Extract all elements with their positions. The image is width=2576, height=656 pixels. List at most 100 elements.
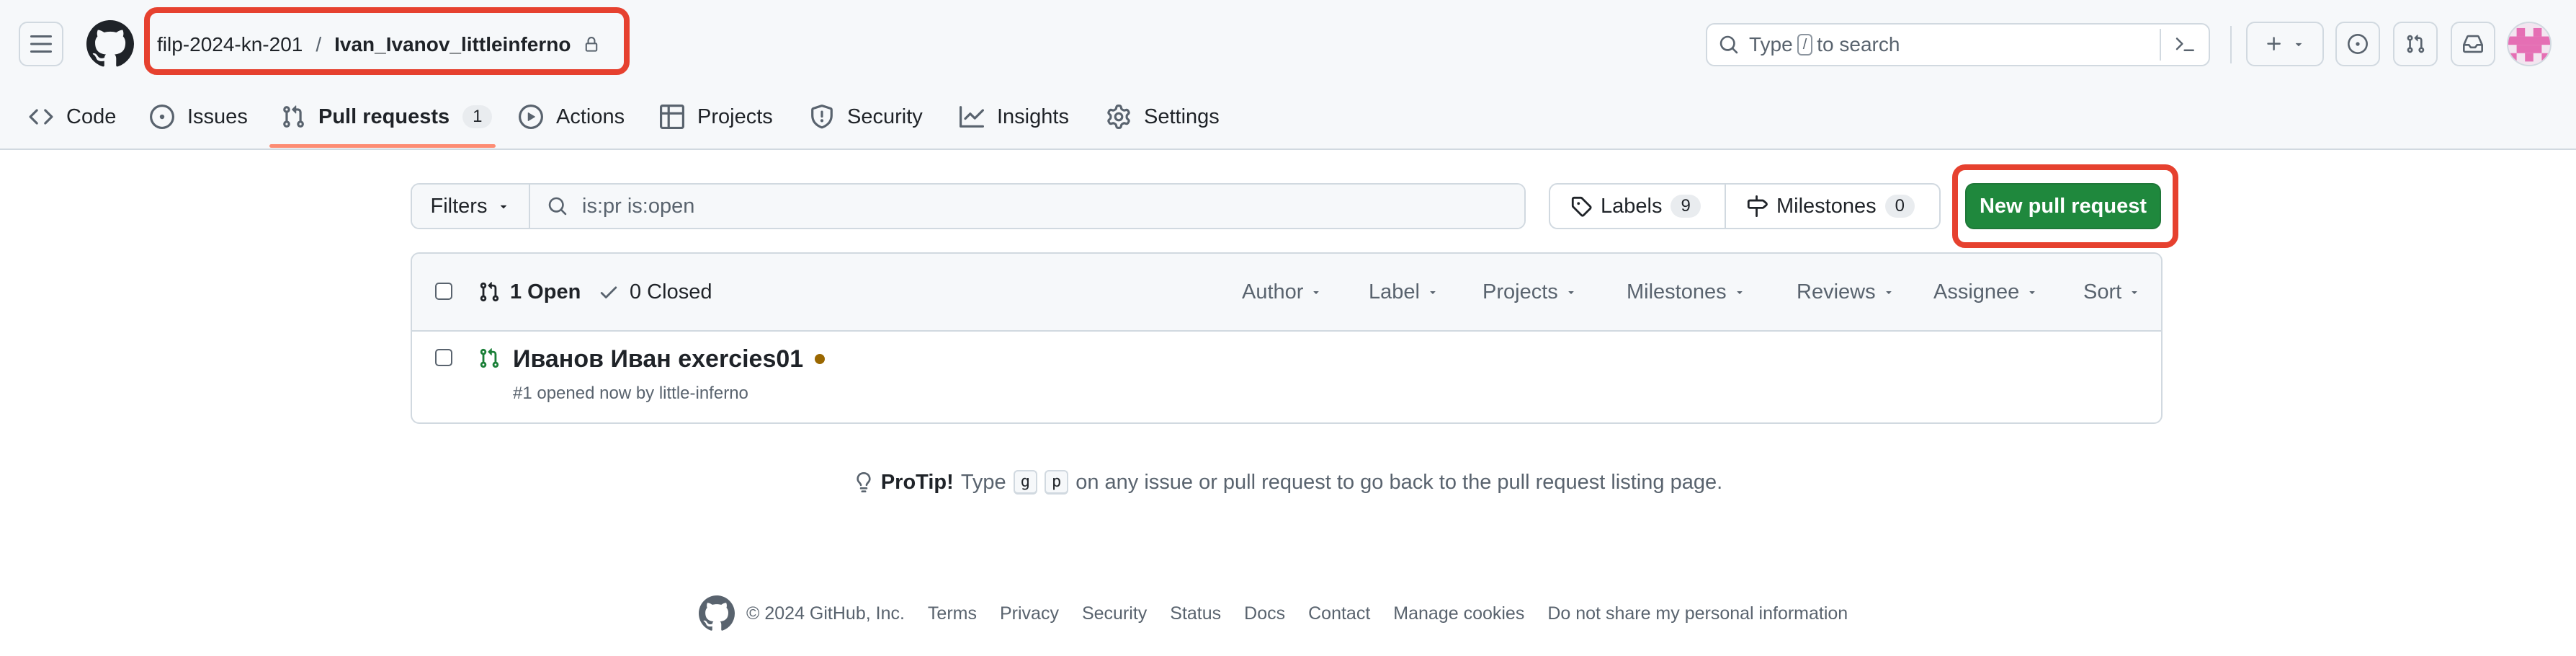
- footer-link-privacy[interactable]: Privacy: [1000, 603, 1059, 624]
- chevron-down-icon: [497, 200, 510, 213]
- avatar[interactable]: [2507, 22, 2552, 66]
- chevron-down-icon: [1310, 286, 1322, 298]
- milestone-icon: [1746, 195, 1768, 217]
- protip-lead: ProTip!: [880, 470, 954, 494]
- header-divider: [2230, 26, 2232, 63]
- tab-issues[interactable]: Issues: [150, 85, 248, 149]
- check-icon: [598, 281, 620, 303]
- shortcut-key-p: p: [1044, 470, 1069, 495]
- label-filter-label: Label: [1369, 280, 1420, 303]
- milestones-button[interactable]: Milestones 0: [1725, 185, 1939, 228]
- tab-insights[interactable]: Insights: [960, 85, 1069, 149]
- pr-title-link[interactable]: Иванов Иван exercies01: [513, 345, 803, 373]
- open-filter[interactable]: 1 Open: [478, 275, 581, 309]
- issue-icon: [150, 105, 174, 129]
- tab-projects[interactable]: Projects: [660, 85, 773, 149]
- labels-button[interactable]: Labels 9: [1550, 185, 1725, 228]
- search-input[interactable]: Type / to search: [1706, 23, 2210, 66]
- tab-settings-label: Settings: [1144, 105, 1220, 128]
- footer-link-status[interactable]: Status: [1170, 603, 1221, 624]
- footer-link-docs[interactable]: Docs: [1244, 603, 1285, 624]
- list-item[interactable]: Иванов Иван exercies01 #1 opened now by …: [412, 332, 2161, 422]
- filter-search-input[interactable]: is:pr is:open: [530, 185, 1524, 228]
- chevron-down-icon: [2129, 286, 2140, 298]
- git-pull-request-icon: [478, 281, 500, 303]
- pr-title-row: Иванов Иван exercies01: [513, 343, 826, 375]
- chevron-down-icon: [2026, 286, 2038, 298]
- footer-link-manage-cookies[interactable]: Manage cookies: [1393, 603, 1524, 624]
- github-mark-icon[interactable]: [699, 595, 735, 631]
- footer-link-do-not-share[interactable]: Do not share my personal information: [1547, 603, 1848, 624]
- pull-requests-button[interactable]: [2393, 22, 2438, 66]
- repo-highlight-annotation: [144, 7, 630, 75]
- open-count-label: 1 Open: [510, 280, 581, 303]
- label-filter[interactable]: Label: [1369, 275, 1439, 309]
- tab-code[interactable]: Code: [29, 85, 116, 149]
- tab-pull-requests[interactable]: Pull requests 1: [281, 85, 493, 149]
- sort-filter-label: Sort: [2083, 280, 2122, 303]
- projects-filter-label: Projects: [1482, 280, 1558, 303]
- labels-counter: 9: [1671, 195, 1701, 218]
- reviews-filter[interactable]: Reviews: [1797, 275, 1895, 309]
- command-palette-icon[interactable]: [2174, 35, 2196, 54]
- code-icon: [29, 105, 53, 129]
- author-filter[interactable]: Author: [1242, 275, 1322, 309]
- select-all-checkbox[interactable]: [435, 283, 452, 300]
- chevron-down-icon: [2292, 37, 2305, 50]
- assignee-filter-label: Assignee: [1933, 280, 2020, 303]
- filters-label: Filters: [430, 194, 488, 218]
- hamburger-icon: [30, 35, 52, 53]
- author-filter-label: Author: [1242, 280, 1304, 303]
- table-icon: [660, 105, 684, 129]
- menu-button[interactable]: [19, 22, 63, 66]
- repo-nav: Code Issues Pull requests 1 Actions Proj…: [0, 85, 2576, 149]
- sort-filter[interactable]: Sort: [2083, 275, 2140, 309]
- github-logo-icon[interactable]: [86, 20, 134, 68]
- shortcut-key-g: g: [1013, 470, 1037, 495]
- issue-opened-icon: [2348, 34, 2368, 54]
- pull-request-list: 1 Open 0 Closed Author Label Projects Mi…: [411, 252, 2163, 424]
- tag-icon: [1570, 195, 1592, 217]
- pr-checkbox[interactable]: [435, 349, 452, 366]
- issues-button[interactable]: [2335, 22, 2380, 66]
- closed-filter[interactable]: 0 Closed: [598, 275, 712, 309]
- new-pr-highlight-annotation: [1952, 164, 2178, 248]
- protip: ProTip! Type g p on any issue or pull re…: [0, 470, 2576, 495]
- search-icon: [1719, 35, 1739, 55]
- inbox-button[interactable]: [2451, 22, 2495, 66]
- git-pull-request-icon: [281, 105, 305, 129]
- closed-count-label: 0 Closed: [630, 280, 712, 303]
- list-header: 1 Open 0 Closed Author Label Projects Mi…: [412, 254, 2161, 332]
- tab-security[interactable]: Security: [810, 85, 923, 149]
- chevron-down-icon: [1427, 286, 1439, 298]
- footer: © 2024 GitHub, Inc. Terms Privacy Securi…: [699, 595, 1848, 631]
- tab-insights-label: Insights: [997, 105, 1069, 128]
- create-new-button[interactable]: [2246, 22, 2324, 66]
- search-placeholder-suffix: to search: [1817, 33, 1900, 56]
- tab-code-label: Code: [66, 105, 117, 128]
- milestones-filter[interactable]: Milestones: [1627, 275, 1745, 309]
- labels-milestones-group: Labels 9 Milestones 0: [1549, 183, 1941, 229]
- footer-link-contact[interactable]: Contact: [1308, 603, 1370, 624]
- chevron-down-icon: [1883, 286, 1895, 298]
- tab-settings[interactable]: Settings: [1106, 85, 1220, 149]
- protip-pre: Type: [960, 470, 1006, 494]
- projects-filter[interactable]: Projects: [1482, 275, 1577, 309]
- tab-security-label: Security: [847, 105, 923, 128]
- filter-query-text: is:pr is:open: [582, 194, 695, 218]
- footer-link-security[interactable]: Security: [1082, 603, 1147, 624]
- milestones-filter-label: Milestones: [1627, 280, 1727, 303]
- search-placeholder-prefix: Type: [1749, 33, 1793, 56]
- filters-button[interactable]: Filters: [412, 185, 530, 228]
- tab-actions[interactable]: Actions: [519, 85, 625, 149]
- footer-link-terms[interactable]: Terms: [928, 603, 977, 624]
- search-icon: [547, 196, 568, 216]
- search-shortcut-key: /: [1797, 34, 1813, 56]
- tab-issues-label: Issues: [187, 105, 248, 128]
- labels-label: Labels: [1601, 194, 1663, 218]
- plus-icon: [2265, 35, 2284, 53]
- milestones-label: Milestones: [1776, 194, 1877, 218]
- status-dot: [815, 354, 826, 364]
- assignee-filter[interactable]: Assignee: [1933, 275, 2038, 309]
- protip-post: on any issue or pull request to go back …: [1075, 470, 1723, 494]
